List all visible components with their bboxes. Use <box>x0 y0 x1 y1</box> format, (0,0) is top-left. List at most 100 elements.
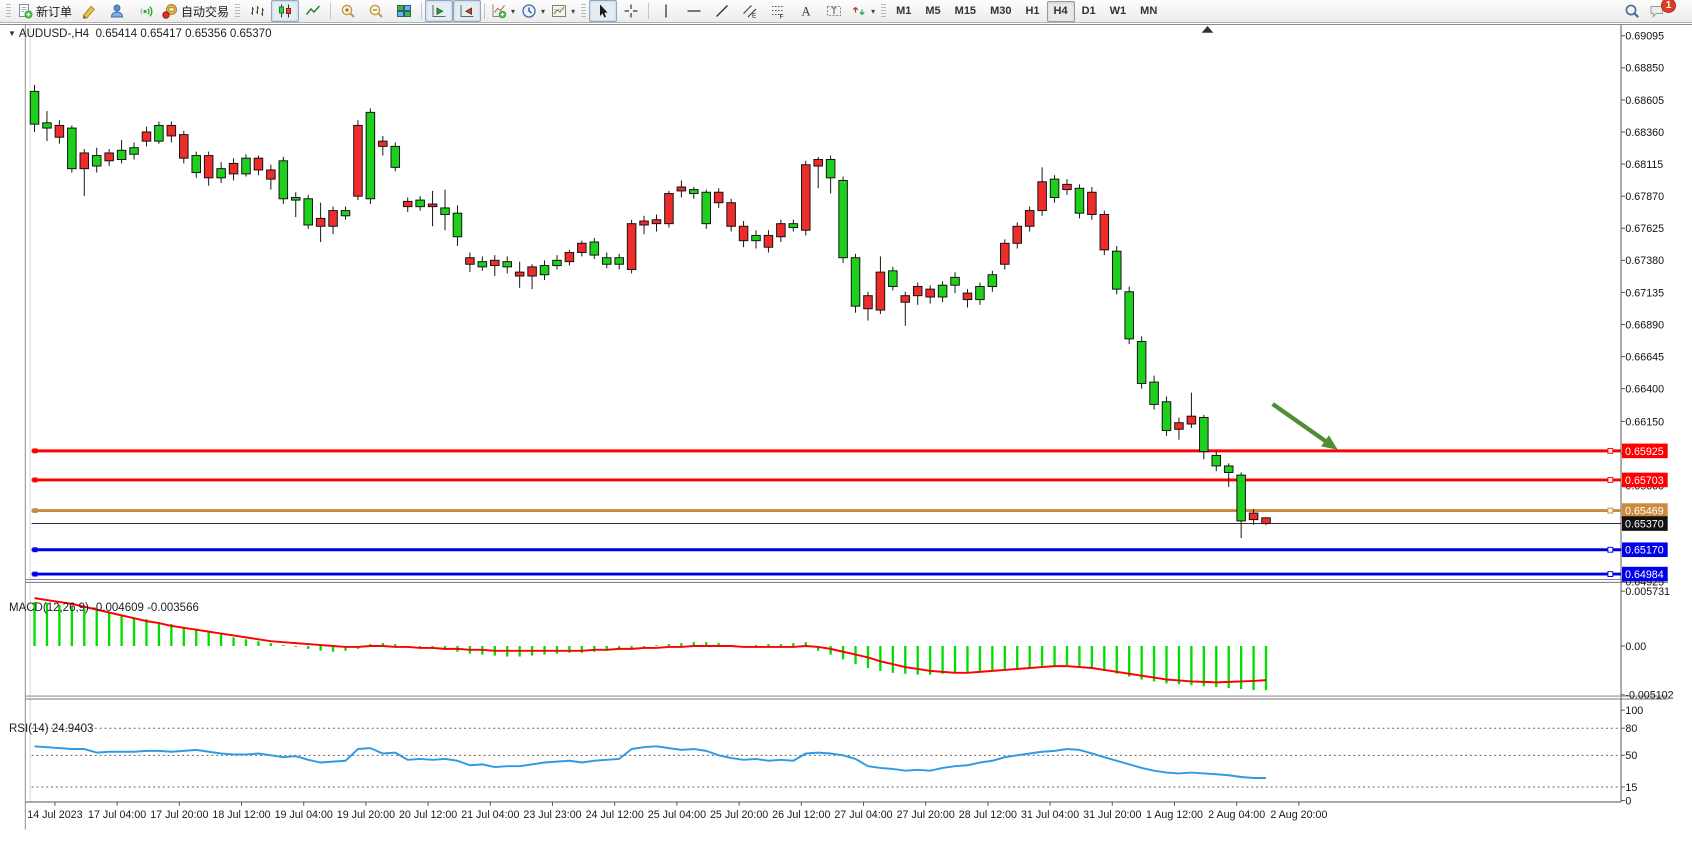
vertical-line-button[interactable] <box>652 0 680 22</box>
line-handle[interactable] <box>1608 547 1613 552</box>
crosshair-button[interactable] <box>617 0 645 22</box>
bull-candle[interactable] <box>478 262 487 267</box>
bull-candle[interactable] <box>1112 251 1121 289</box>
bull-candle[interactable] <box>291 197 300 200</box>
bull-candle[interactable] <box>279 161 288 199</box>
timeframe-m1[interactable]: M1 <box>889 1 918 22</box>
bull-candle[interactable] <box>602 258 611 265</box>
timeframe-h4[interactable]: H4 <box>1047 1 1075 22</box>
bear-candle[interactable] <box>1013 226 1022 243</box>
line-handle[interactable] <box>33 478 38 483</box>
bear-candle[interactable] <box>652 220 661 224</box>
bear-candle[interactable] <box>801 165 810 230</box>
chart-dropdown-icon[interactable]: ▼ <box>8 29 16 38</box>
bear-candle[interactable] <box>1262 518 1271 524</box>
candle-chart-button[interactable] <box>271 0 299 22</box>
bear-candle[interactable] <box>714 192 723 202</box>
bull-candle[interactable] <box>366 112 375 198</box>
bear-candle[interactable] <box>1175 423 1184 430</box>
bull-candle[interactable] <box>43 123 52 128</box>
bear-candle[interactable] <box>963 293 972 300</box>
bear-candle[interactable] <box>1100 214 1109 249</box>
line-handle[interactable] <box>1608 572 1613 577</box>
chart-window[interactable]: 0.690950.688500.686050.683600.681150.678… <box>0 24 1692 853</box>
bull-candle[interactable] <box>889 271 898 287</box>
bear-candle[interactable] <box>229 163 238 173</box>
chart-shift-button[interactable] <box>453 0 481 22</box>
trendline-button[interactable] <box>708 0 736 22</box>
bull-candle[interactable] <box>117 150 126 159</box>
bear-candle[interactable] <box>316 218 325 226</box>
indicators-button-caret-icon[interactable]: ▾ <box>511 7 515 16</box>
new-order-button[interactable]: 新订单 <box>14 0 75 22</box>
line-handle[interactable] <box>33 508 38 513</box>
bear-candle[interactable] <box>403 201 412 206</box>
bull-candle[interactable] <box>453 213 462 237</box>
toolbar-grip[interactable] <box>581 4 586 19</box>
auto-trading-button[interactable]: 自动交易 <box>159 0 232 22</box>
bull-candle[interactable] <box>690 190 699 194</box>
macd-axis[interactable]: 0.0057310.00-0.005102 <box>1621 586 1674 702</box>
line-handle[interactable] <box>1608 448 1613 453</box>
bull-candle[interactable] <box>416 200 425 207</box>
bear-candle[interactable] <box>1025 211 1034 227</box>
bear-candle[interactable] <box>528 267 537 276</box>
bear-candle[interactable] <box>739 226 748 240</box>
chat-button[interactable]: 1 <box>1646 0 1686 22</box>
bear-candle[interactable] <box>901 296 910 303</box>
bull-candle[interactable] <box>391 146 400 167</box>
auto-scroll-button[interactable] <box>425 0 453 22</box>
templates-button-caret-icon[interactable]: ▾ <box>571 7 575 16</box>
bear-candle[interactable] <box>814 159 823 166</box>
bull-candle[interactable] <box>1150 382 1159 404</box>
bear-candle[interactable] <box>354 125 363 196</box>
bear-candle[interactable] <box>142 132 151 141</box>
bear-candle[interactable] <box>167 125 176 135</box>
bull-candle[interactable] <box>988 275 997 287</box>
periods-button[interactable]: ▾ <box>518 0 548 22</box>
bull-candle[interactable] <box>1125 292 1134 339</box>
bull-candle[interactable] <box>1212 455 1221 465</box>
bear-candle[interactable] <box>777 224 786 237</box>
timeframe-h1[interactable]: H1 <box>1018 1 1046 22</box>
bull-candle[interactable] <box>1237 475 1246 521</box>
bear-candle[interactable] <box>1063 184 1072 189</box>
text-button[interactable]: A <box>792 0 820 22</box>
time-axis[interactable]: 14 Jul 202317 Jul 04:0017 Jul 20:0018 Ju… <box>27 802 1327 821</box>
bear-candle[interactable] <box>267 170 276 179</box>
bull-candle[interactable] <box>789 224 798 228</box>
bear-candle[interactable] <box>665 194 674 224</box>
bear-candle[interactable] <box>864 296 873 309</box>
toolbar-grip[interactable] <box>881 4 886 19</box>
timeframe-m5[interactable]: M5 <box>918 1 947 22</box>
line-handle[interactable] <box>1608 508 1613 513</box>
bear-candle[interactable] <box>204 156 213 178</box>
bull-candle[interactable] <box>217 169 226 178</box>
styler-button[interactable] <box>75 0 103 22</box>
bear-candle[interactable] <box>565 252 574 261</box>
channel-button[interactable]: E <box>736 0 764 22</box>
bull-candle[interactable] <box>938 285 947 297</box>
horizontal-lines[interactable] <box>32 448 1621 576</box>
line-handle[interactable] <box>33 448 38 453</box>
bear-candle[interactable] <box>180 135 189 159</box>
bull-candle[interactable] <box>503 262 512 267</box>
cursor-button[interactable] <box>589 0 617 22</box>
bear-candle[interactable] <box>105 153 114 161</box>
text-label-button[interactable]: T <box>820 0 848 22</box>
bear-candle[interactable] <box>578 243 587 252</box>
bear-candle[interactable] <box>913 287 922 296</box>
bear-candle[interactable] <box>627 224 636 270</box>
indicators-button[interactable]: ▾ <box>488 0 518 22</box>
zoom-in-button[interactable] <box>334 0 362 22</box>
bull-candle[interactable] <box>130 148 139 155</box>
line-handle[interactable] <box>1608 478 1613 483</box>
bull-candle[interactable] <box>752 235 761 240</box>
chart-symbol-title[interactable]: ▼AUDUSD-,H4 0.65414 0.65417 0.65356 0.65… <box>8 28 271 40</box>
signals-button[interactable] <box>131 0 159 22</box>
arrows-button[interactable]: ▾ <box>848 0 878 22</box>
candles[interactable] <box>30 85 1270 538</box>
bear-candle[interactable] <box>466 258 475 265</box>
bear-candle[interactable] <box>491 260 500 265</box>
timeframe-m15[interactable]: M15 <box>948 1 983 22</box>
